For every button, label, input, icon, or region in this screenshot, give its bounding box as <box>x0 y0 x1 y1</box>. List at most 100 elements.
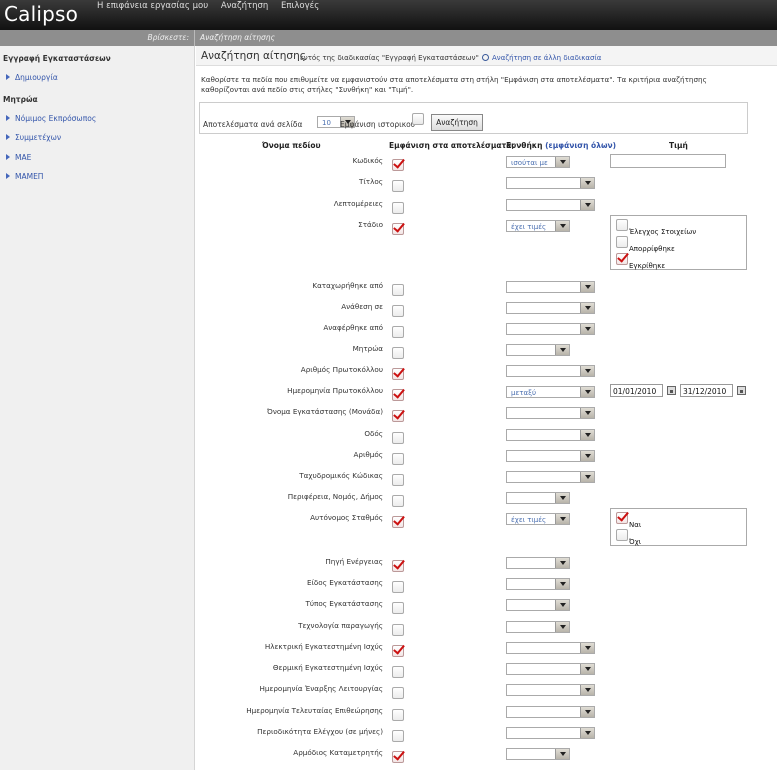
show-in-results-checkbox[interactable] <box>392 159 404 171</box>
page-description: Καθορίστε τα πεδία που επιθυμείτε να εμφ… <box>201 75 707 94</box>
nav-search[interactable]: Αναζήτηση <box>221 1 268 11</box>
condition-select[interactable] <box>506 578 570 590</box>
nav-options[interactable]: Επιλογές <box>281 1 319 11</box>
condition-select[interactable] <box>506 706 595 718</box>
show-in-results-checkbox[interactable] <box>392 326 404 338</box>
show-in-results-checkbox[interactable] <box>392 368 404 380</box>
show-in-results-checkbox[interactable] <box>392 453 404 465</box>
chevron-down-icon <box>555 514 569 524</box>
show-in-results-checkbox[interactable] <box>392 389 404 401</box>
triangle-right-icon <box>6 173 10 179</box>
chevron-down-icon <box>555 157 569 167</box>
condition-select[interactable] <box>506 663 595 675</box>
field-label: Αριθμός <box>353 450 384 459</box>
field-label: Τύπος Εγκατάστασης <box>305 599 383 608</box>
header-field-name: Όνομα πεδίου <box>262 141 321 150</box>
show-in-results-checkbox[interactable] <box>392 347 404 359</box>
show-in-results-checkbox[interactable] <box>392 666 404 678</box>
condition-select[interactable] <box>506 621 570 633</box>
value-input[interactable] <box>610 154 726 168</box>
per-page-label: Αποτελέσματα ανά σελίδα <box>203 120 303 129</box>
show-in-results-checkbox[interactable] <box>392 305 404 317</box>
show-in-results-checkbox[interactable] <box>392 645 404 657</box>
condition-select[interactable] <box>506 429 595 441</box>
app-logo[interactable]: Calipso <box>4 2 78 26</box>
date-from-input[interactable]: 01/01/2010 <box>610 384 663 397</box>
sidebar-item-mae[interactable]: ΜΑΕ <box>6 153 31 162</box>
value-option-checkbox[interactable] <box>616 512 628 524</box>
condition-select[interactable] <box>506 684 595 696</box>
location-label: Βρίσκεστε: <box>147 33 189 42</box>
condition-select[interactable] <box>506 492 570 504</box>
calendar-icon[interactable] <box>737 386 746 395</box>
condition-select[interactable] <box>506 199 595 211</box>
show-in-results-checkbox[interactable] <box>392 180 404 192</box>
condition-select[interactable] <box>506 177 595 189</box>
search-controls: Αποτελέσματα ανά σελίδα 10 Εμφάνιση ιστο… <box>199 102 748 134</box>
sidebar-item-legal-rep[interactable]: Νόμιμος Εκπρόσωπος <box>6 114 96 123</box>
show-in-results-checkbox[interactable] <box>392 730 404 742</box>
show-in-results-checkbox[interactable] <box>392 495 404 507</box>
chevron-down-icon <box>580 200 594 210</box>
search-button[interactable]: Αναζήτηση <box>431 114 483 131</box>
nav-my-dashboard[interactable]: Η επιφάνεια εργασίας μου <box>97 1 208 11</box>
condition-select[interactable] <box>506 642 595 654</box>
top-nav: Η επιφάνεια εργασίας μου Αναζήτηση Επιλο… <box>97 1 329 11</box>
chevron-down-icon <box>580 707 594 717</box>
condition-select[interactable] <box>506 344 570 356</box>
location-value: Αναζήτηση αίτησης <box>200 33 275 42</box>
condition-select[interactable]: μεταξύ <box>506 386 595 398</box>
show-in-results-checkbox[interactable] <box>392 709 404 721</box>
condition-select[interactable]: έχει τιμές <box>506 513 570 525</box>
condition-select[interactable] <box>506 407 595 419</box>
chevron-down-icon <box>580 451 594 461</box>
value-option-checkbox[interactable] <box>616 253 628 265</box>
show-in-results-checkbox[interactable] <box>392 432 404 444</box>
show-in-results-checkbox[interactable] <box>392 410 404 422</box>
sidebar-item-participant[interactable]: Συμμετέχων <box>6 133 61 142</box>
condition-select[interactable] <box>506 281 595 293</box>
triangle-right-icon <box>6 74 10 80</box>
show-in-results-checkbox[interactable] <box>392 516 404 528</box>
sidebar-item-mamep[interactable]: ΜΑΜΕΠ <box>6 172 43 181</box>
condition-select[interactable] <box>506 365 595 377</box>
field-label: Τίτλος <box>358 177 383 186</box>
show-in-results-checkbox[interactable] <box>392 560 404 572</box>
field-label: Ηλεκτρική Εγκατεστημένη Ισχύς <box>264 642 383 651</box>
chevron-down-icon <box>580 324 594 334</box>
condition-select[interactable] <box>506 471 595 483</box>
sidebar-item-create[interactable]: Δημιουργία <box>6 73 58 82</box>
condition-select[interactable] <box>506 727 595 739</box>
other-process-link[interactable]: Αναζήτηση σε άλλη διαδικασία <box>482 54 601 62</box>
chevron-down-icon <box>555 345 569 355</box>
show-in-results-checkbox[interactable] <box>392 474 404 486</box>
value-option-checkbox[interactable] <box>616 529 628 541</box>
condition-select[interactable] <box>506 599 570 611</box>
show-all-link[interactable]: (εμφάνιση όλων) <box>545 141 616 150</box>
show-in-results-checkbox[interactable] <box>392 581 404 593</box>
calendar-icon[interactable] <box>667 386 676 395</box>
condition-select[interactable]: έχει τιμές <box>506 220 570 232</box>
chevron-down-icon <box>555 622 569 632</box>
value-option-checkbox[interactable] <box>616 236 628 248</box>
condition-select[interactable] <box>506 323 595 335</box>
show-in-results-checkbox[interactable] <box>392 687 404 699</box>
field-label: Όνομα Εγκατάστασης (Μονάδα) <box>266 407 383 416</box>
condition-select[interactable] <box>506 302 595 314</box>
field-label: Μητρώα <box>352 344 383 353</box>
date-to-input[interactable]: 31/12/2010 <box>680 384 733 397</box>
header-show-in-results: Εμφάνιση στα αποτελέσματα; <box>389 141 515 150</box>
history-checkbox[interactable] <box>412 113 424 125</box>
show-in-results-checkbox[interactable] <box>392 202 404 214</box>
condition-select[interactable] <box>506 450 595 462</box>
condition-select[interactable] <box>506 557 570 569</box>
show-in-results-checkbox[interactable] <box>392 751 404 763</box>
show-in-results-checkbox[interactable] <box>392 223 404 235</box>
show-in-results-checkbox[interactable] <box>392 602 404 614</box>
condition-select[interactable]: ισούται με <box>506 156 570 168</box>
show-in-results-checkbox[interactable] <box>392 624 404 636</box>
condition-select[interactable] <box>506 748 570 760</box>
chevron-down-icon <box>580 387 594 397</box>
value-option-checkbox[interactable] <box>616 219 628 231</box>
show-in-results-checkbox[interactable] <box>392 284 404 296</box>
